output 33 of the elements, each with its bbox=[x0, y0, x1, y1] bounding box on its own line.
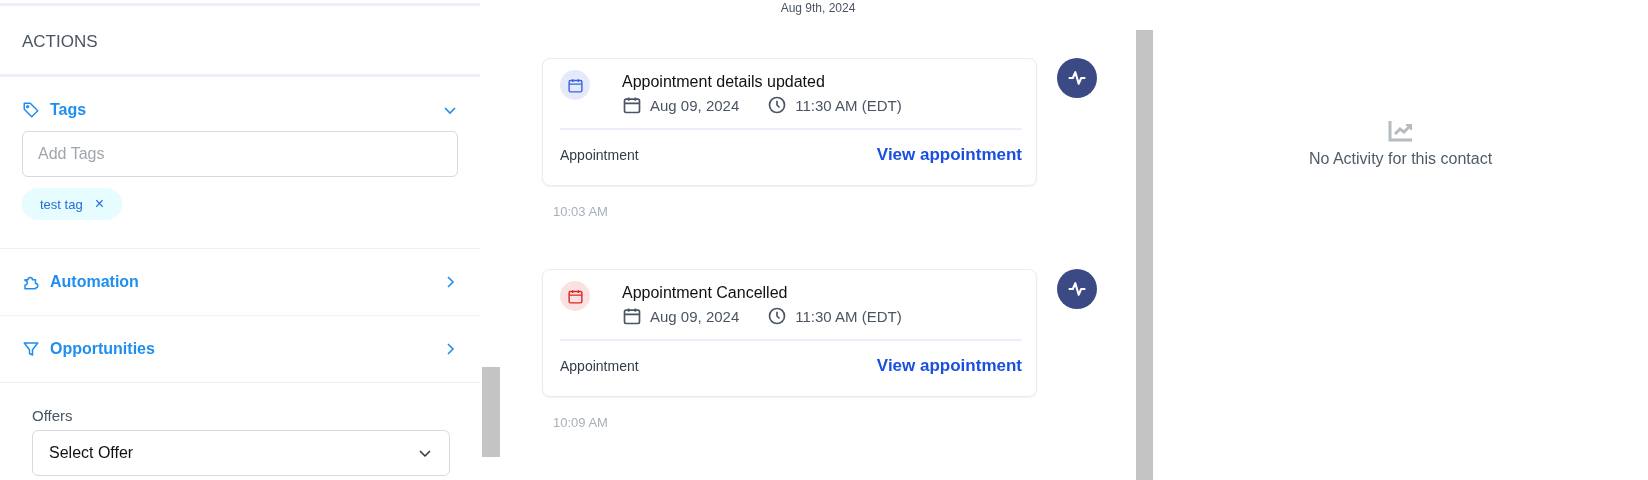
event-type: Appointment bbox=[560, 147, 639, 163]
accordion-header[interactable]: Automation bbox=[22, 249, 458, 315]
event-title: Appointment details updated bbox=[622, 73, 826, 91]
tag-label: test tag bbox=[40, 196, 83, 212]
tag-icon bbox=[22, 101, 40, 119]
tags-input-field[interactable]: Add Tags bbox=[22, 131, 458, 177]
remove-tag-button[interactable]: × bbox=[94, 196, 104, 212]
event-date: Aug 09, 2024 bbox=[650, 307, 740, 325]
date-heading: Aug 9th, 2024 bbox=[779, 0, 857, 17]
event-time: 11:30 AM (EDT) bbox=[795, 307, 902, 325]
event-type: Appointment bbox=[560, 358, 639, 374]
event-timestamp: 10:03 AM bbox=[552, 203, 609, 221]
event-date: Aug 09, 2024 bbox=[650, 96, 740, 114]
clock-icon bbox=[767, 306, 788, 326]
scrollbar-thumb[interactable] bbox=[1136, 30, 1153, 480]
view-appointment-link[interactable]: View appointment bbox=[876, 145, 1022, 165]
clock-icon bbox=[767, 95, 788, 115]
calendar-icon bbox=[622, 306, 642, 326]
calendar-icon bbox=[622, 95, 642, 115]
empty-message: No Activity for this contact bbox=[1308, 150, 1493, 168]
event-title: Appointment Cancelled bbox=[622, 284, 789, 302]
scrollbar-thumb[interactable] bbox=[482, 367, 500, 457]
field-label: Offers bbox=[32, 407, 74, 424]
chart-icon bbox=[1387, 120, 1414, 142]
activity-icon bbox=[1057, 58, 1097, 98]
filter-icon bbox=[22, 340, 40, 358]
event-time: 11:30 AM (EDT) bbox=[795, 96, 902, 114]
view-appointment-link[interactable]: View appointment bbox=[876, 356, 1022, 376]
offer-select[interactable]: Select Offer bbox=[32, 430, 450, 476]
accordion-header[interactable]: Opportunities bbox=[22, 316, 458, 382]
activity-icon bbox=[1057, 269, 1097, 309]
event-timestamp: 10:09 AM bbox=[552, 414, 609, 432]
section-title: ACTIONS bbox=[0, 6, 480, 77]
